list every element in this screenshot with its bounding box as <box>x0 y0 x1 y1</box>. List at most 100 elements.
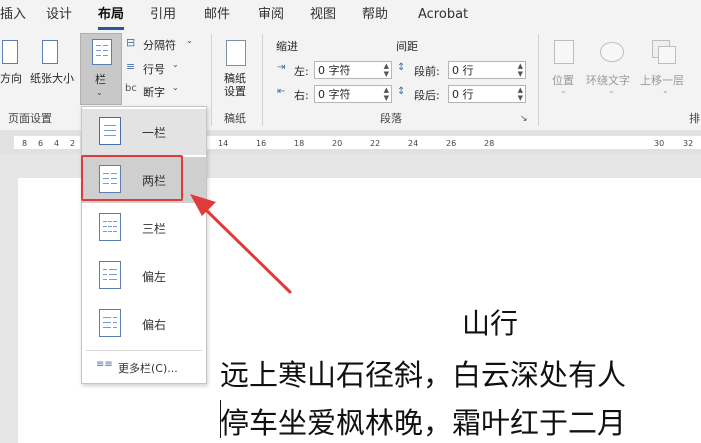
ruler-tick: 18 <box>294 139 305 148</box>
tab-references[interactable]: 引用 <box>150 0 176 30</box>
columns-icon <box>92 39 112 65</box>
spinner-icon[interactable]: ▲ ▼ <box>518 62 523 78</box>
pointer-arrow <box>190 194 292 294</box>
poem-line-2: 停车坐爱枫林晚，霜叶红于二月 <box>220 406 627 440</box>
chevron-down-icon: ⌄ <box>186 36 193 45</box>
ruler-tick: 2 <box>70 139 76 148</box>
ruler-tick: 32 <box>683 139 694 148</box>
spacing-after-label: 段后: <box>414 89 440 102</box>
chevron-down-icon: ⌄ <box>172 60 179 69</box>
indent-left-icon: ⇥ <box>277 62 286 73</box>
paragraph-group-label: 段落 <box>380 112 402 125</box>
orientation-button[interactable]: 方向 <box>0 36 24 92</box>
spacing-before-icon: ↕ <box>397 62 406 73</box>
menu-item-more-columns[interactable]: ≡≡ 更多栏(C)... <box>82 355 206 381</box>
ruler-tick: 22 <box>370 139 381 148</box>
spinner-icon[interactable]: ▲ ▼ <box>384 62 389 78</box>
breaks-button[interactable]: ⊟ 分隔符 ⌄ <box>126 36 196 54</box>
tab-layout[interactable]: 布局 <box>98 0 125 30</box>
indent-right-label: 右: <box>294 89 309 102</box>
indent-right-input[interactable]: 0 字符 ▲ ▼ <box>314 85 392 103</box>
poem-title: 山行 <box>462 307 519 340</box>
paper-size-icon <box>42 40 58 64</box>
chevron-down-icon: ⌄ <box>608 86 615 95</box>
position-icon <box>554 40 574 64</box>
highlight-box <box>81 155 183 201</box>
indent-left-input[interactable]: 0 字符 ▲ ▼ <box>314 61 392 79</box>
ruler-tick: 14 <box>218 139 229 148</box>
manuscript-settings-button[interactable]: 稿纸 设置 <box>218 36 254 102</box>
orientation-icon <box>2 40 18 64</box>
menu-item-right[interactable]: 偏右 <box>82 301 206 347</box>
more-columns-label: 更多栏(C)... <box>118 362 178 375</box>
arrange-group-label: 排 <box>689 112 700 125</box>
ruler-tick: 6 <box>38 139 44 148</box>
spacing-before-label: 段前: <box>414 65 440 78</box>
ruler-tick: 24 <box>408 139 419 148</box>
ruler-tick: 16 <box>256 139 267 148</box>
spinner-icon[interactable]: ▲ ▼ <box>384 86 389 102</box>
tab-mailings[interactable]: 邮件 <box>204 0 230 30</box>
chevron-down-icon: ⌄ <box>662 86 669 95</box>
one-column-icon <box>99 117 121 145</box>
spacing-header: 间距 <box>396 40 418 53</box>
paper-size-label: 纸张大小 <box>30 72 74 85</box>
more-columns-icon: ≡≡ <box>96 359 113 370</box>
indent-right-value: 0 字符 <box>318 88 351 101</box>
ruler-tick: 30 <box>654 139 665 148</box>
menu-item-label: 偏右 <box>142 318 167 332</box>
position-button[interactable]: 位置 ⌄ <box>548 36 580 102</box>
ribbon-tab-bar: 插入 设计 布局 引用 邮件 审阅 视图 帮助 Acrobat <box>0 0 701 30</box>
line-numbers-button[interactable]: ≡ 行号 ⌄ <box>126 60 196 78</box>
menu-item-label: 一栏 <box>142 126 167 140</box>
menu-divider <box>86 350 202 351</box>
spinner-icon[interactable]: ▲ ▼ <box>518 86 523 102</box>
spacing-before-value: 0 行 <box>452 64 474 77</box>
spacing-after-input[interactable]: 0 行 ▲ ▼ <box>448 85 526 103</box>
dialog-launcher-icon[interactable]: ↘ <box>520 114 528 124</box>
chevron-down-icon: ⌄ <box>172 83 179 92</box>
tab-design[interactable]: 设计 <box>46 0 72 30</box>
menu-item-label: 偏左 <box>142 270 167 284</box>
menu-item-label: 三栏 <box>142 222 167 236</box>
bring-forward-icon-layer <box>658 46 676 64</box>
tab-insert[interactable]: 插入 <box>0 0 26 30</box>
indent-left-label: 左: <box>294 65 309 78</box>
chevron-down-icon: ⌄ <box>560 86 567 95</box>
right-column-icon <box>99 309 121 337</box>
tab-view[interactable]: 视图 <box>310 0 336 30</box>
page-setup-group-label: 页面设置 <box>8 112 52 125</box>
text-cursor <box>220 400 221 438</box>
indent-right-icon: ⇤ <box>277 86 286 97</box>
ruler-tick: 20 <box>332 139 343 148</box>
ruler-tick: 26 <box>446 139 457 148</box>
ruler-tick: 28 <box>484 139 495 148</box>
menu-item-one-column[interactable]: 一栏 <box>82 109 206 155</box>
tab-help[interactable]: 帮助 <box>362 0 388 30</box>
wrap-text-button[interactable]: 环绕文字 ⌄ <box>586 36 638 102</box>
three-columns-icon <box>99 213 121 241</box>
tab-acrobat[interactable]: Acrobat <box>418 0 468 30</box>
ruler-tick: 4 <box>54 139 60 148</box>
spacing-after-value: 0 行 <box>452 88 474 101</box>
spacing-after-icon: ↕ <box>397 86 406 97</box>
indent-left-value: 0 字符 <box>318 64 351 77</box>
manuscript-group-label: 稿纸 <box>224 112 246 125</box>
hyphenation-icon: bc <box>125 83 137 94</box>
indent-header: 缩进 <box>276 40 298 53</box>
poem-line-1: 远上寒山石径斜，白云深处有人 <box>220 358 627 392</box>
orientation-label: 方向 <box>0 72 22 85</box>
line-numbers-label: 行号 <box>143 63 165 76</box>
hyphenation-label: 断字 <box>143 86 165 99</box>
breaks-label: 分隔符 <box>143 39 176 52</box>
hyphenation-button[interactable]: bc 断字 ⌄ <box>125 83 196 101</box>
bring-forward-button[interactable]: 上移一层 ⌄ <box>640 36 696 102</box>
spacing-before-input[interactable]: 0 行 ▲ ▼ <box>448 61 526 79</box>
paper-size-button[interactable]: 纸张大小 <box>28 36 78 92</box>
tab-review[interactable]: 审阅 <box>258 0 284 30</box>
left-column-icon <box>99 261 121 289</box>
columns-button[interactable]: 栏 ⌄ <box>80 33 122 105</box>
manuscript-settings-label: 稿纸 设置 <box>224 72 246 98</box>
wrap-text-icon <box>600 42 624 62</box>
chevron-down-icon: ⌄ <box>96 88 103 97</box>
